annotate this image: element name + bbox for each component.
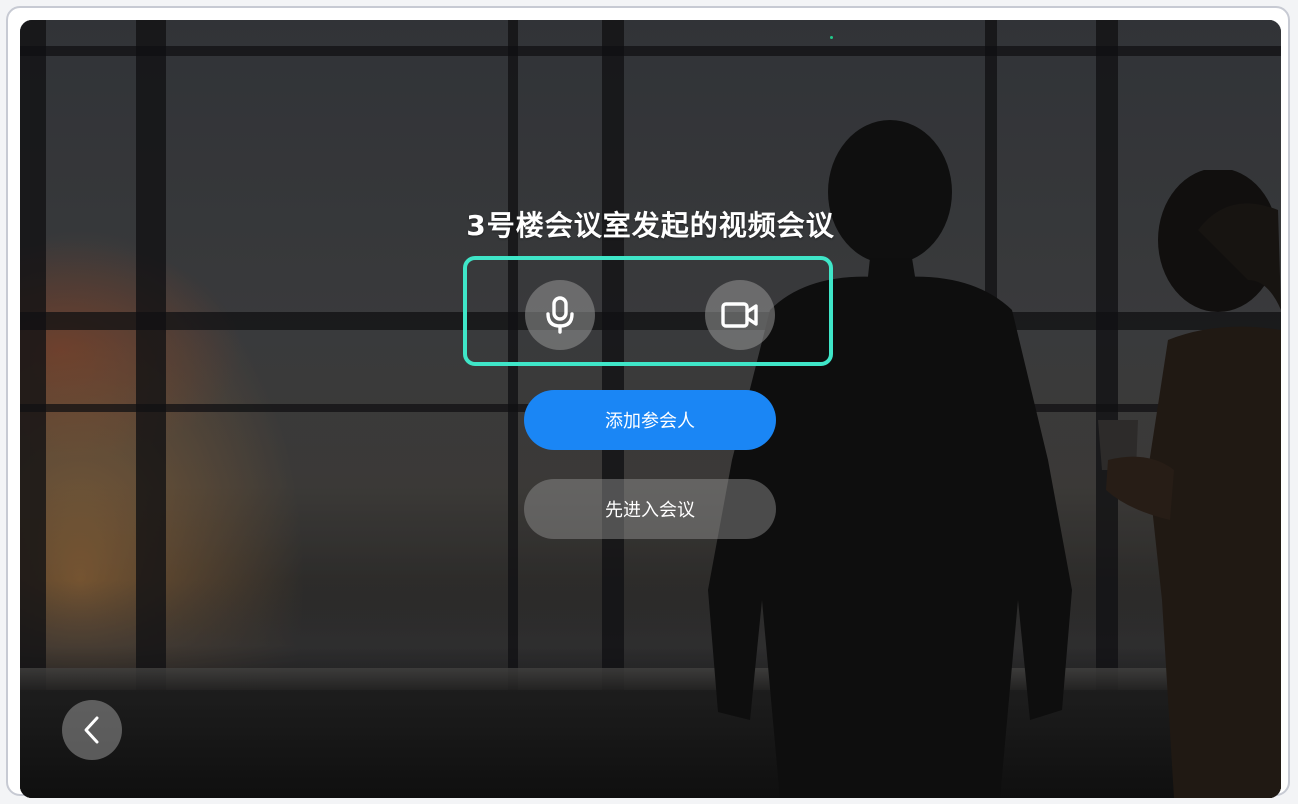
microphone-toggle-button[interactable] [525, 280, 595, 350]
camera-toggle-button[interactable] [705, 280, 775, 350]
camera-status-dot [830, 36, 833, 39]
video-camera-icon [721, 302, 758, 328]
microphone-icon [546, 296, 574, 334]
chevron-left-icon [84, 716, 99, 744]
back-button[interactable] [62, 700, 122, 760]
enter-meeting-button[interactable]: 先进入会议 [524, 479, 776, 539]
add-participants-label: 添加参会人 [605, 411, 695, 432]
add-participants-button[interactable]: 添加参会人 [524, 390, 776, 450]
media-controls-highlight [463, 256, 833, 366]
meeting-title: 3号楼会议室发起的视频会议 [466, 209, 835, 242]
video-meeting-screen: 3号楼会议室发起的视频会议 添加参会人 先进入会议 [20, 20, 1281, 798]
enter-meeting-label: 先进入会议 [605, 500, 695, 521]
